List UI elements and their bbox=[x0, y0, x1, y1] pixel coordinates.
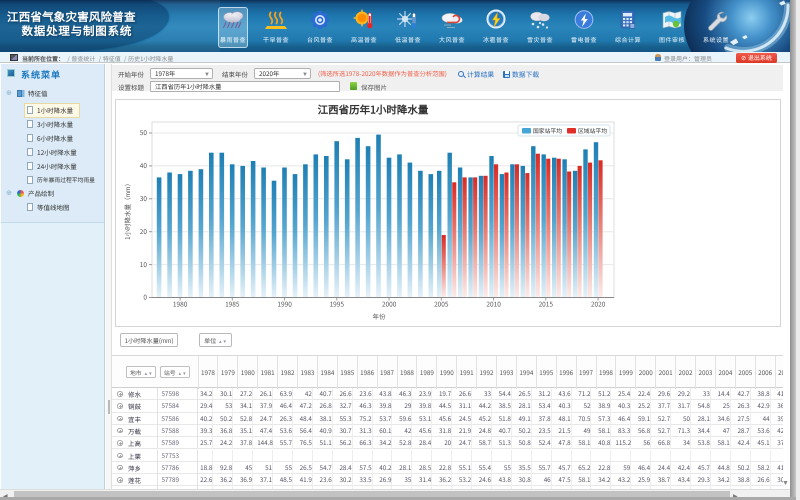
svg-text:0: 0 bbox=[143, 292, 147, 302]
svg-text:1小时降水量（mm）: 1小时降水量（mm） bbox=[122, 180, 132, 240]
svg-text:1995: 1995 bbox=[330, 299, 345, 309]
svg-text:2005: 2005 bbox=[434, 299, 449, 309]
svg-text:50: 50 bbox=[140, 127, 148, 137]
svg-text:10: 10 bbox=[140, 259, 148, 269]
svg-text:江西省历年1小时降水量: 江西省历年1小时降水量 bbox=[318, 103, 429, 118]
svg-text:国家站平均: 国家站平均 bbox=[533, 126, 562, 135]
svg-text:年份: 年份 bbox=[373, 311, 387, 321]
svg-text:2020: 2020 bbox=[591, 299, 606, 309]
svg-text:2000: 2000 bbox=[382, 299, 397, 309]
svg-text:区域站平均: 区域站平均 bbox=[578, 126, 607, 135]
svg-text:30: 30 bbox=[140, 193, 148, 203]
svg-text:1990: 1990 bbox=[277, 299, 292, 309]
svg-text:40: 40 bbox=[140, 160, 148, 170]
svg-text:2010: 2010 bbox=[486, 299, 501, 309]
svg-text:1985: 1985 bbox=[225, 299, 240, 309]
svg-text:2015: 2015 bbox=[539, 299, 554, 309]
svg-text:1980: 1980 bbox=[173, 299, 188, 309]
svg-text:20: 20 bbox=[140, 226, 148, 236]
